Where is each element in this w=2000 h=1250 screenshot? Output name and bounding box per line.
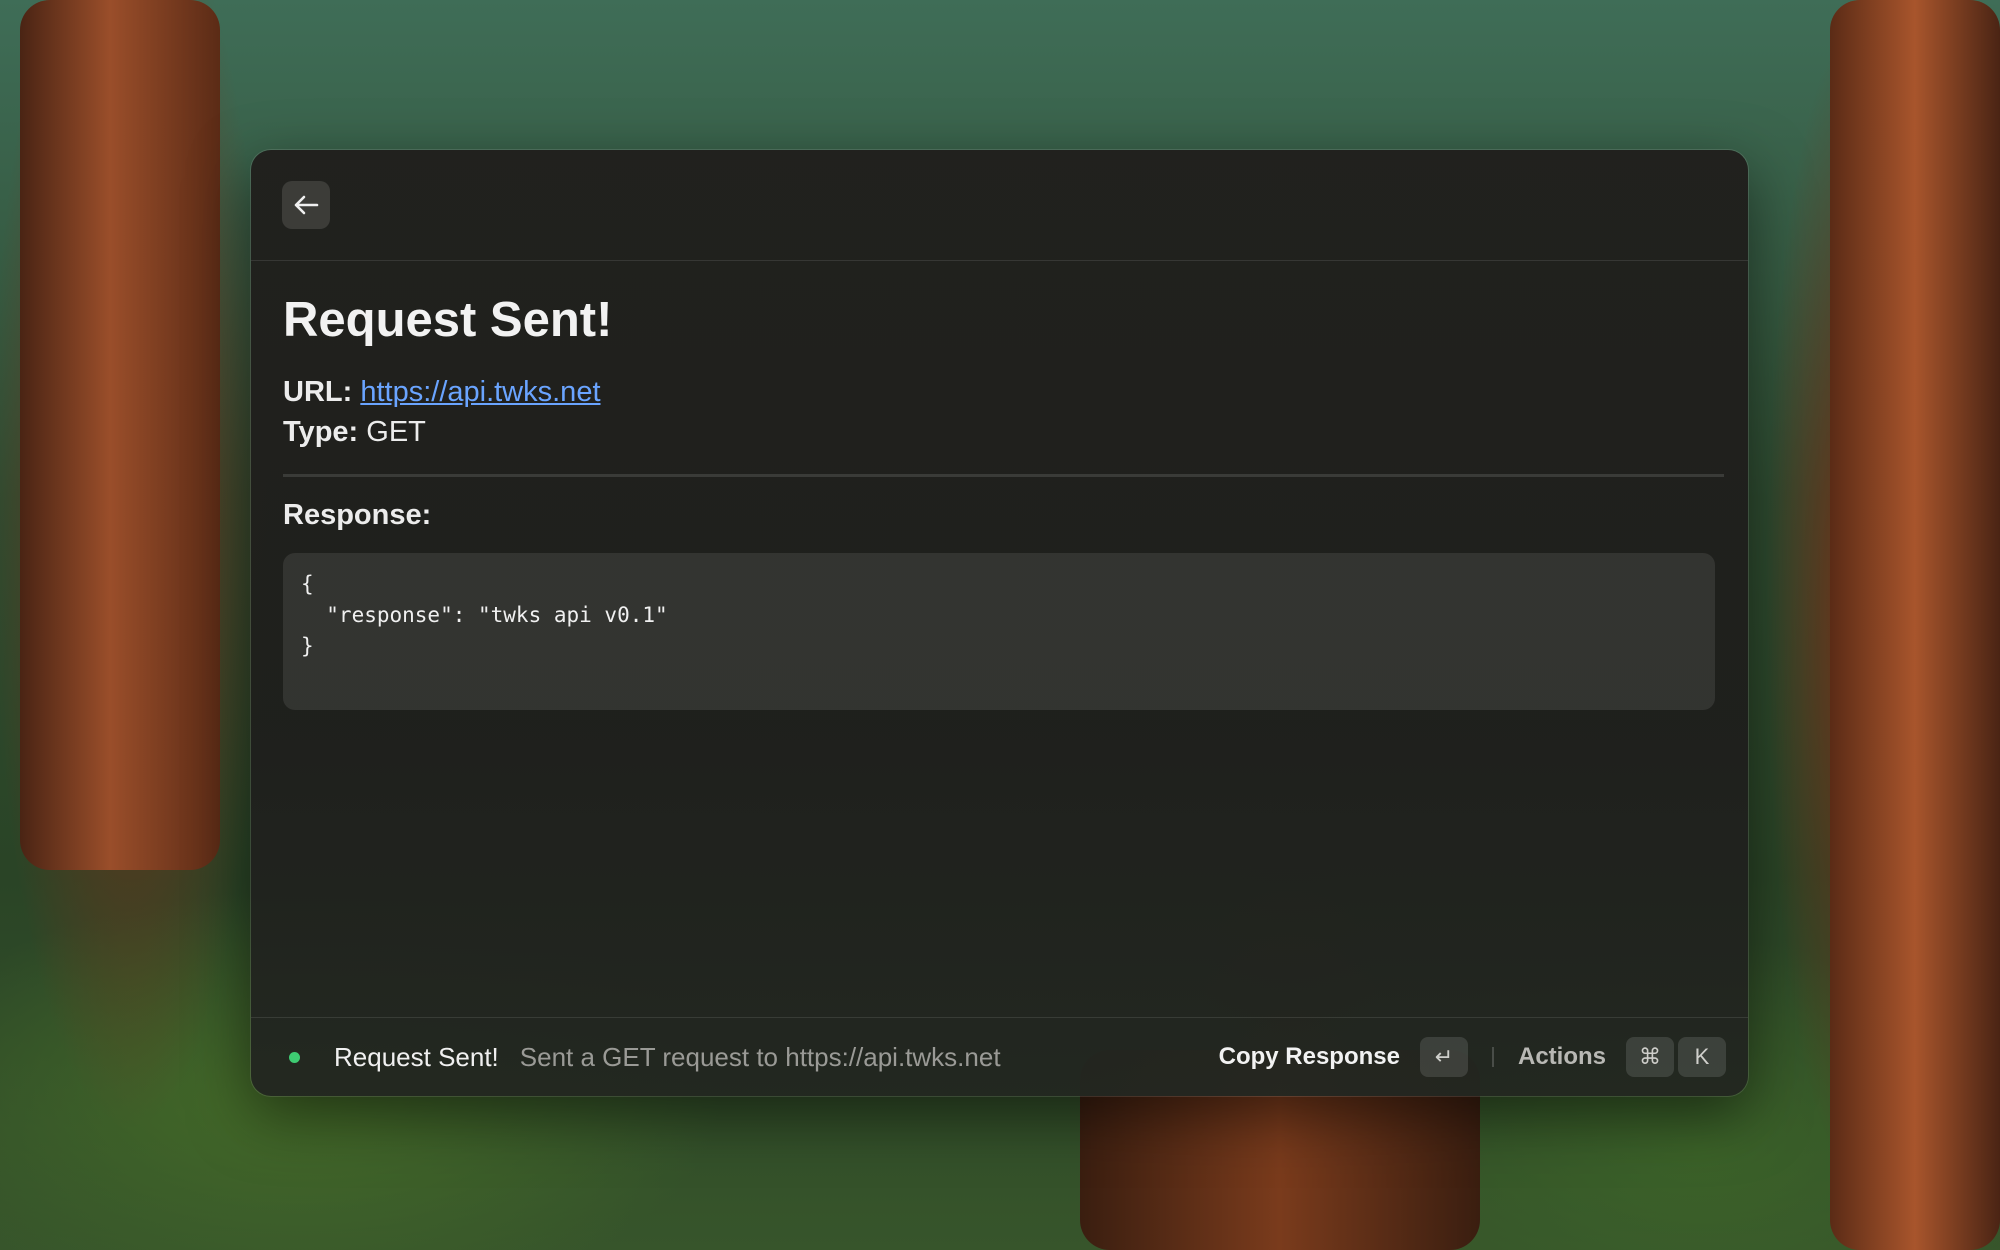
status-subtitle: Sent a GET request to https://api.twks.n… (519, 1041, 1001, 1072)
detail-content: Request Sent! URL: https://api.twks.net … (283, 260, 1724, 710)
url-label: URL: (283, 376, 353, 408)
status-dot-icon (289, 1051, 300, 1063)
response-code-block: { "response": "twks api v0.1" } (283, 553, 1715, 710)
back-button[interactable] (282, 181, 330, 229)
k-key: K (1678, 1037, 1726, 1077)
actions-button[interactable]: Actions (1518, 1043, 1606, 1071)
code-line: "response": "twks api v0.1" (301, 603, 668, 627)
status-title: Request Sent! (334, 1041, 499, 1072)
url-row: URL: https://api.twks.net (283, 372, 1724, 412)
code-line: { (301, 572, 314, 596)
type-row: Type: GET (283, 412, 1724, 452)
code-line: } (301, 634, 314, 658)
arrow-left-icon (294, 195, 319, 215)
action-bar: Request Sent! Sent a GET request to http… (251, 1017, 1748, 1096)
footer-divider (1491, 1047, 1494, 1067)
type-value: GET (366, 416, 426, 448)
background-tree-trunk (20, 0, 220, 870)
section-divider (283, 474, 1724, 477)
url-link[interactable]: https://api.twks.net (360, 376, 600, 408)
background-tree-trunk (1830, 0, 2000, 1250)
return-key-icon: ↵ (1419, 1037, 1468, 1077)
response-label: Response: (283, 499, 432, 531)
page-title: Request Sent! (283, 293, 613, 347)
type-label: Type: (283, 416, 359, 448)
app-window: Request Sent! URL: https://api.twks.net … (251, 150, 1748, 1096)
command-key-icon: ⌘ (1626, 1037, 1674, 1077)
copy-response-button[interactable]: Copy Response (1219, 1043, 1400, 1071)
top-bar (251, 150, 1748, 261)
